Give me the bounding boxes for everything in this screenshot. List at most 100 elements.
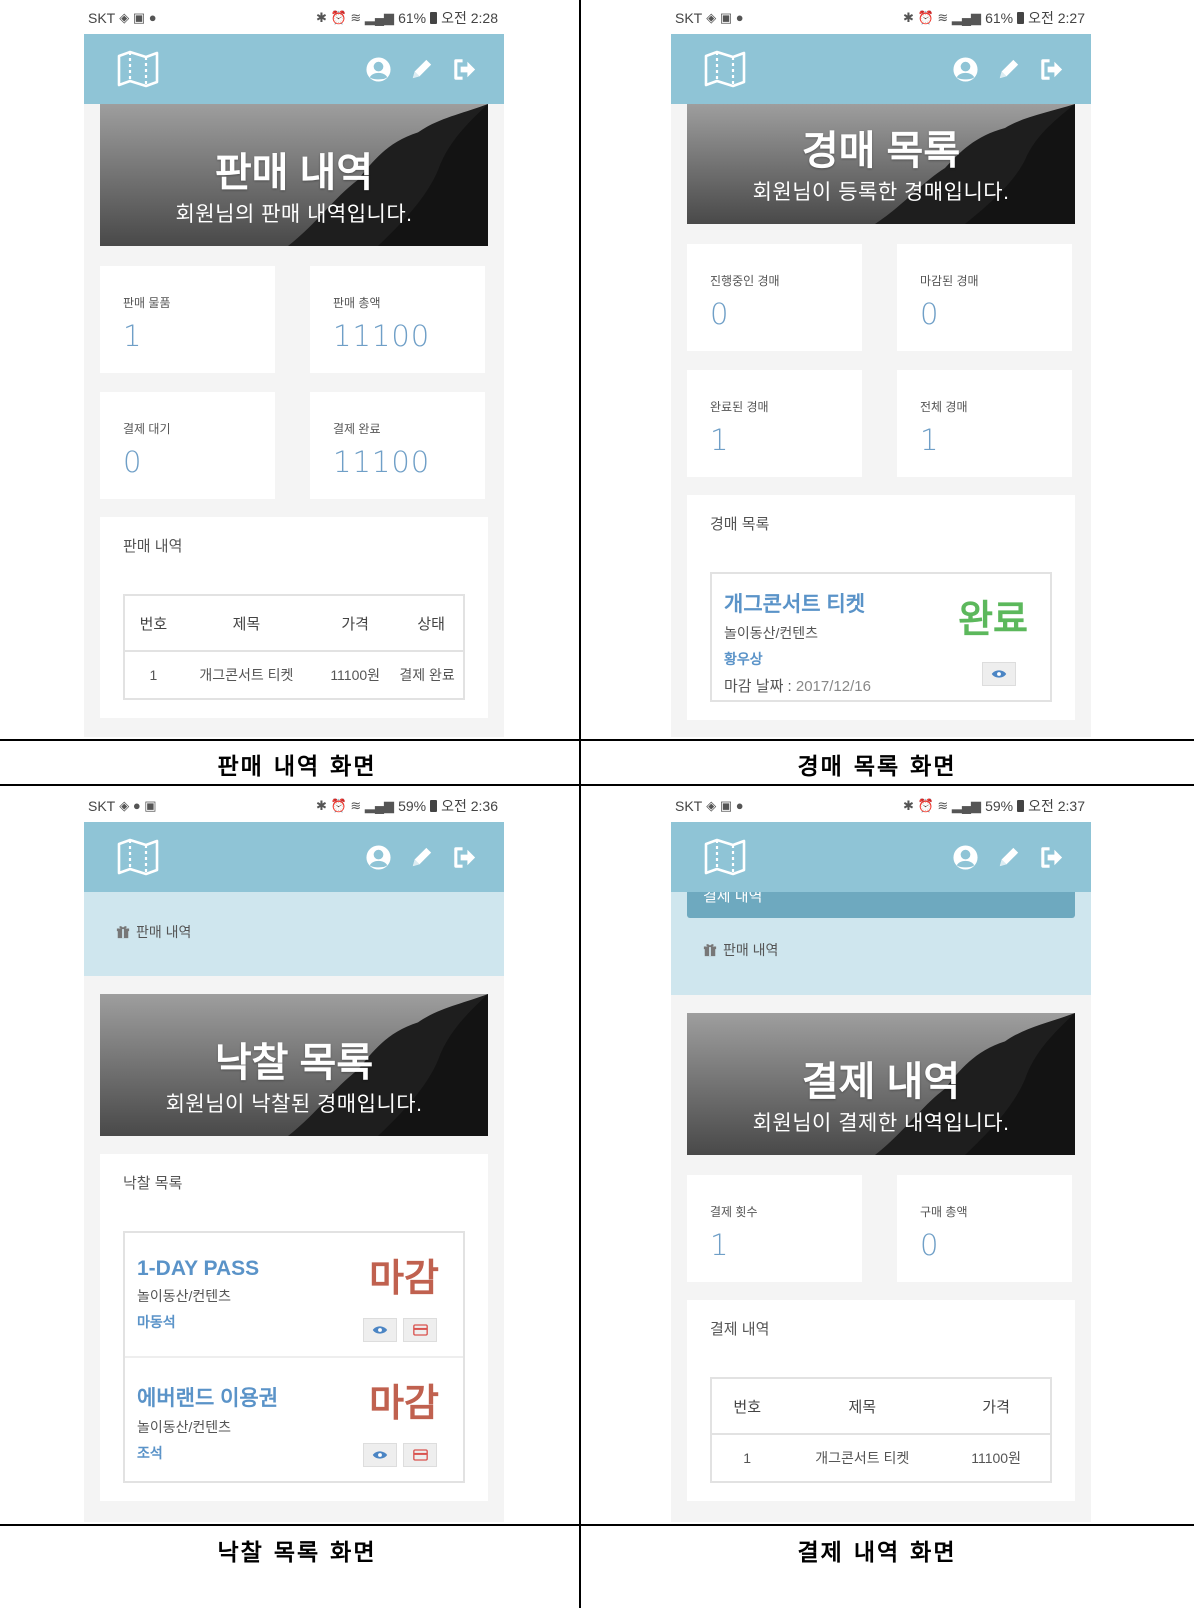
payment-history-section: 결제 내역 번호 제목 가격 1 개그콘서트 티켓 11100원 xyxy=(687,1300,1075,1501)
map-logo-icon[interactable] xyxy=(703,49,747,89)
pencil-icon[interactable] xyxy=(408,844,435,871)
map-logo-icon[interactable] xyxy=(703,837,747,877)
map-logo-icon[interactable] xyxy=(116,49,160,89)
stat-label: 전체 경매 xyxy=(920,400,968,414)
user-circle-icon[interactable] xyxy=(952,56,979,83)
view-button[interactable] xyxy=(982,662,1016,686)
table-row[interactable]: 1 개그콘서트 티켓 11100원 결제 완료 xyxy=(124,651,464,699)
hero-subtitle: 회원님이 등록한 경매입니다. xyxy=(752,181,1010,204)
carrier-label: SKT xyxy=(675,10,703,26)
pay-button[interactable] xyxy=(403,1318,437,1342)
pencil-icon[interactable] xyxy=(408,56,435,83)
caption-won: 낙찰 목록 화면 xyxy=(217,1539,377,1566)
sign-out-icon[interactable] xyxy=(1038,56,1065,83)
system-icons: ✱ ⏰ ≋ ▂▄▆ xyxy=(903,10,982,25)
clock-label: 오전 2:37 xyxy=(1028,798,1085,814)
deadline-label: 마감 날짜 : xyxy=(724,678,796,695)
sales-screen: SKT ◈ ▣ ● ✱ ⏰ ≋ ▂▄▆ 61% 오전 2:28 판매 내역 회원… xyxy=(84,2,504,737)
auction-list-section: 경매 목록 개그콘서트 티켓 놀이동산/컨텐츠 황우상 마감 날짜 : 2017… xyxy=(687,495,1075,720)
credit-card-icon xyxy=(413,1449,428,1461)
stat-card: 전체 경매 1 xyxy=(897,370,1072,477)
won-list: 1-DAY PASS 놀이동산/컨텐츠 마동석 마감 에버랜드 이용권 놀이동산… xyxy=(123,1231,465,1483)
auction-item[interactable]: 개그콘서트 티켓 놀이동산/컨텐츠 황우상 마감 날짜 : 2017/12/16… xyxy=(710,572,1052,702)
battery-label: 61% xyxy=(398,10,427,26)
stat-card: 결제 대기 0 xyxy=(100,392,275,499)
navbar xyxy=(84,34,504,104)
deadline-value: 2017/12/16 xyxy=(795,678,871,695)
carrier-label: SKT xyxy=(675,798,703,814)
stat-card: 완료된 경매 1 xyxy=(687,370,862,477)
payment-table: 번호 제목 가격 1 개그콘서트 티켓 11100원 xyxy=(710,1377,1052,1483)
gift-icon xyxy=(703,943,717,957)
won-list-screen: SKT ◈ ● ▣ ✱ ⏰ ≋ ▂▄▆ 59% 오전 2:36 판매 내역 낙찰… xyxy=(84,790,504,1522)
stat-card: 결제 횟수 1 xyxy=(687,1175,862,1282)
stat-label: 판매 총액 xyxy=(333,296,381,310)
stat-value: 11100 xyxy=(333,445,431,479)
section-title: 경매 목록 xyxy=(710,516,770,533)
column-header: 상태 xyxy=(399,595,464,652)
stat-value: 0 xyxy=(920,297,940,331)
caption-payments: 결제 내역 화면 xyxy=(797,1539,957,1566)
sign-out-icon[interactable] xyxy=(451,844,478,871)
battery-icon xyxy=(430,12,438,24)
list-item[interactable]: 1-DAY PASS 놀이동산/컨텐츠 마동석 마감 xyxy=(125,1233,463,1358)
status-bar: SKT ◈ ▣ ● ✱ ⏰ ≋ ▂▄▆ 59% 오전 2:37 xyxy=(671,790,1091,822)
carrier-label: SKT xyxy=(88,798,116,814)
table-cell: 개그콘서트 티켓 xyxy=(815,1450,910,1466)
stat-value: 0 xyxy=(123,445,143,479)
stat-cards: 진행중인 경매 0 마감된 경매 0 완료된 경매 1 전체 경매 1 xyxy=(687,244,1075,477)
hero-banner: 낙찰 목록 회원님이 낙찰된 경매입니다. xyxy=(100,994,488,1136)
breadcrumb[interactable]: 판매 내역 xyxy=(703,940,1091,960)
view-button[interactable] xyxy=(363,1443,397,1467)
table-cell: 결제 완료 xyxy=(399,667,455,683)
pencil-icon[interactable] xyxy=(995,844,1022,871)
breadcrumb-area: 결제 내역 판매 내역 xyxy=(671,892,1091,995)
stat-value: 0 xyxy=(710,297,730,331)
clock-label: 오전 2:27 xyxy=(1028,10,1085,26)
battery-icon xyxy=(1017,800,1025,812)
list-item[interactable]: 에버랜드 이용권 놀이동산/컨텐츠 조석 마감 xyxy=(125,1358,463,1481)
stat-label: 판매 물품 xyxy=(123,296,171,310)
clock-label: 오전 2:28 xyxy=(441,10,498,26)
user-circle-icon[interactable] xyxy=(365,844,392,871)
hero-subtitle: 회원님이 결제한 내역입니다. xyxy=(752,1112,1010,1135)
menu-item-label: 결제 내역 xyxy=(703,892,763,905)
section-title: 판매 내역 xyxy=(123,538,183,555)
status-bar: SKT ◈ ● ▣ ✱ ⏰ ≋ ▂▄▆ 59% 오전 2:36 xyxy=(84,790,504,822)
gift-icon xyxy=(116,925,130,939)
won-list-section: 낙찰 목록 1-DAY PASS 놀이동산/컨텐츠 마동석 마감 에버랜드 이용… xyxy=(100,1154,488,1501)
map-logo-icon[interactable] xyxy=(116,837,160,877)
menu-item-payments[interactable]: 결제 내역 xyxy=(687,892,1075,918)
stat-value: 1 xyxy=(710,423,730,457)
notification-icons: ◈ ▣ ● xyxy=(119,10,157,25)
stat-card: 결제 완료 11100 xyxy=(310,392,485,499)
sign-out-icon[interactable] xyxy=(451,56,478,83)
table-cell: 개그콘서트 티켓 xyxy=(199,667,294,683)
stat-value: 1 xyxy=(920,423,940,457)
navbar xyxy=(671,34,1091,104)
user-circle-icon[interactable] xyxy=(365,56,392,83)
system-icons: ✱ ⏰ ≋ ▂▄▆ xyxy=(316,798,395,813)
table-row[interactable]: 1 개그콘서트 티켓 11100원 xyxy=(711,1434,1051,1482)
battery-icon xyxy=(1017,12,1025,24)
hero-title: 낙찰 목록 xyxy=(214,1041,374,1085)
breadcrumb[interactable]: 판매 내역 xyxy=(116,922,504,942)
breadcrumb-label: 판매 내역 xyxy=(136,924,192,940)
status-badge: 완료 xyxy=(958,599,1028,641)
view-button[interactable] xyxy=(363,1318,397,1342)
column-header: 번호 xyxy=(124,595,182,652)
pay-button[interactable] xyxy=(403,1443,437,1467)
stat-label: 진행중인 경매 xyxy=(710,274,780,288)
user-circle-icon[interactable] xyxy=(952,844,979,871)
stat-label: 결제 대기 xyxy=(123,422,171,436)
section-title: 결제 내역 xyxy=(710,1321,770,1338)
pencil-icon[interactable] xyxy=(995,56,1022,83)
stat-label: 완료된 경매 xyxy=(710,400,769,414)
status-bar: SKT ◈ ▣ ● ✱ ⏰ ≋ ▂▄▆ 61% 오전 2:27 xyxy=(671,2,1091,34)
eye-icon xyxy=(991,669,1007,679)
sign-out-icon[interactable] xyxy=(1038,844,1065,871)
system-icons: ✱ ⏰ ≋ ▂▄▆ xyxy=(903,798,982,813)
stat-label: 결제 횟수 xyxy=(710,1205,758,1219)
hero-banner: 판매 내역 회원님의 판매 내역입니다. xyxy=(100,104,488,246)
column-header: 제목 xyxy=(782,1378,943,1435)
